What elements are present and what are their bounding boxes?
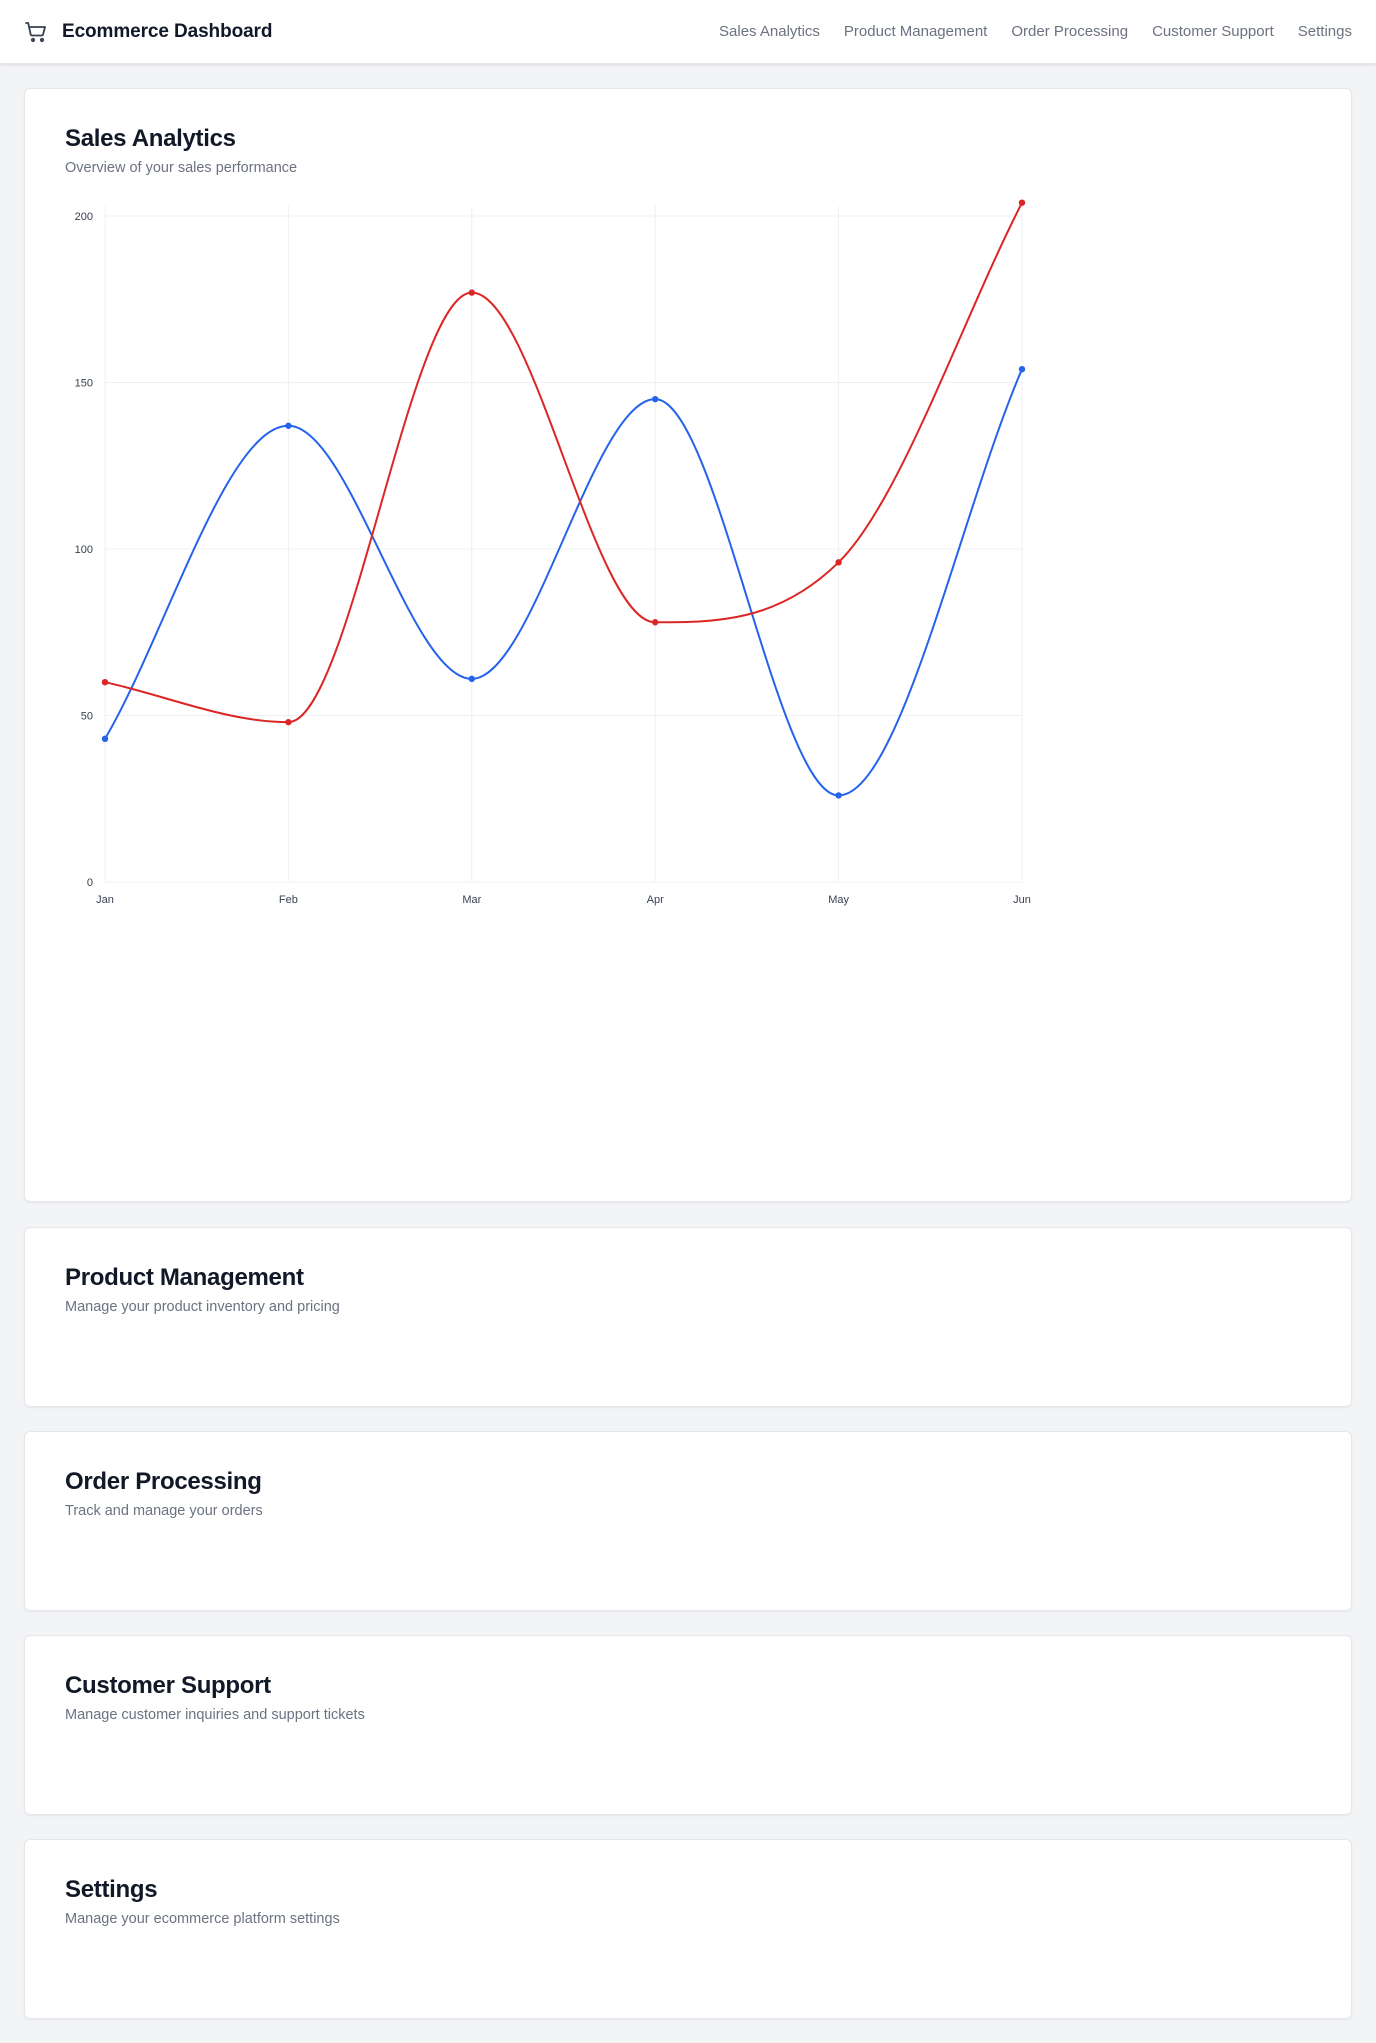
series-2-point (835, 559, 842, 566)
series-1-line (104, 368, 1023, 797)
section-subtitle: Track and manage your orders (65, 1503, 263, 1519)
section-subtitle: Manage customer inquiries and support ti… (65, 1707, 365, 1723)
series-2-point (1018, 199, 1026, 206)
series-2-point (101, 679, 109, 686)
series-1-point (1018, 365, 1026, 373)
series-1-point (468, 675, 475, 683)
main-nav: Sales Analytics Product Management Order… (719, 23, 1352, 40)
x-tick-label: Mar (462, 894, 481, 906)
top-navbar: Ecommerce Dashboard Sales Analytics Prod… (0, 0, 1376, 64)
y-tick-label: 50 (81, 711, 93, 723)
order-processing-card: Order Processing Track and manage your o… (24, 1431, 1352, 1611)
nav-link-product-management[interactable]: Product Management (844, 23, 987, 40)
series-1-point (285, 422, 292, 429)
x-tick-label: Jan (96, 894, 114, 906)
shopping-cart-icon (25, 21, 46, 42)
nav-link-customer-support[interactable]: Customer Support (1152, 23, 1274, 40)
nav-link-order-processing[interactable]: Order Processing (1011, 23, 1128, 40)
customer-support-card: Customer Support Manage customer inquiri… (24, 1635, 1352, 1815)
series-1-point (101, 735, 109, 743)
product-management-card: Product Management Manage your product i… (24, 1227, 1352, 1407)
y-tick-label: 0 (87, 877, 93, 889)
series-2-line (104, 202, 1023, 724)
sales-line-chart: 0 50 100 150 200 Jan Feb Mar Apr May Jun (75, 199, 1031, 906)
app-title: Ecommerce Dashboard (62, 20, 273, 42)
settings-card: Settings Manage your ecommerce platform … (24, 1839, 1352, 2019)
x-tick-label: Feb (279, 894, 298, 906)
section-title: Product Management (65, 1264, 304, 1291)
series-1-point (652, 395, 659, 403)
y-tick-label: 100 (75, 544, 93, 556)
section-title: Order Processing (65, 1468, 262, 1495)
y-tick-label: 150 (75, 378, 93, 390)
section-title: Customer Support (65, 1672, 271, 1699)
nav-link-settings[interactable]: Settings (1298, 23, 1352, 40)
x-tick-label: Apr (647, 894, 664, 906)
nav-link-sales-analytics[interactable]: Sales Analytics (719, 23, 820, 40)
section-subtitle: Manage your product inventory and pricin… (65, 1299, 340, 1315)
series-2-point (468, 289, 475, 296)
section-subtitle: Manage your ecommerce platform settings (65, 1911, 340, 1927)
section-title: Settings (65, 1876, 158, 1903)
series-2-point (285, 718, 292, 726)
y-tick-label: 200 (75, 211, 93, 223)
x-tick-label: May (828, 894, 849, 906)
sales-analytics-card: Sales Analytics Overview of your sales p… (24, 88, 1352, 1202)
x-tick-label: Jun (1013, 894, 1031, 906)
series-1-point (835, 792, 842, 799)
series-2-point (652, 619, 659, 626)
brand[interactable]: Ecommerce Dashboard (24, 20, 272, 44)
